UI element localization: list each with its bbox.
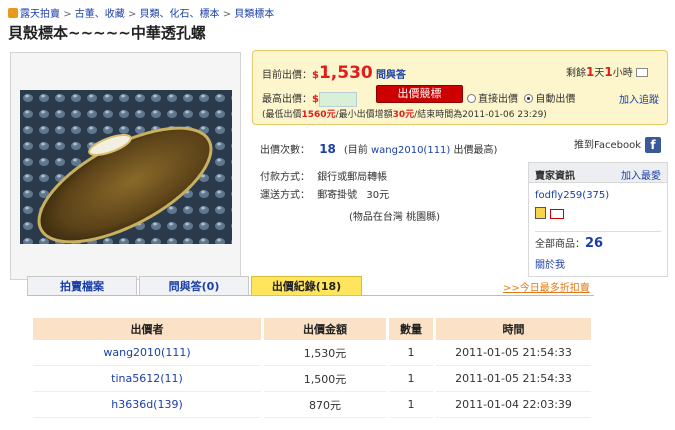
breadcrumb-separator: >	[127, 9, 137, 20]
current-price: 1,530	[318, 63, 373, 83]
bid-leader-link[interactable]: wang2010(111)	[371, 145, 450, 156]
shipping-label: 運送方式：	[260, 190, 310, 201]
seller-all-items: 全部商品：26	[535, 235, 603, 251]
bid-time: 2011-01-05 21:54:33	[436, 340, 591, 366]
currency-symbol: $	[312, 94, 319, 105]
direct-bid-label: 直接出價	[478, 94, 518, 105]
shipping-row: 運送方式： 郵寄掛號 30元	[260, 186, 389, 201]
tab-bar: 拍賣檔案 問與答(0) 出價紀錄(18)	[27, 276, 362, 296]
breadcrumb-separator: >	[63, 9, 72, 20]
seller-header-title: 賣家資訊	[535, 171, 575, 182]
about-me-link[interactable]: 關於我	[535, 256, 565, 271]
tab-bid-history[interactable]: 出價紀錄(18)	[251, 276, 362, 296]
auto-bid-radio[interactable]	[524, 94, 534, 103]
bid-count[interactable]: 18	[319, 142, 336, 156]
seller-header: 賣家資訊 加入最愛	[529, 163, 667, 183]
note-text: (最低出價	[262, 110, 302, 120]
max-bid-input[interactable]	[318, 91, 357, 107]
breadcrumb-item[interactable]: 貝類、化石、標本	[140, 9, 220, 20]
column-header-quantity: 數量	[389, 318, 433, 340]
bid-history-table: 出價者 出價金額 數量 時間 wang2010(111) 1,530元 1 20…	[30, 318, 594, 418]
page-title: 貝殼標本~~~~~中華透孔螺	[8, 24, 206, 42]
table-row: tina5612(11) 1,500元 1 2011-01-05 21:54:3…	[33, 366, 591, 392]
home-icon	[8, 8, 18, 18]
payment-row: 付款方式： 銀行或郵局轉帳	[260, 168, 387, 183]
bid-count-label: 出價次數：	[260, 145, 310, 156]
bid-leader-suffix: 出價最高)	[453, 145, 498, 156]
watch-link[interactable]: 加入追蹤	[619, 91, 659, 106]
bid-quantity: 1	[389, 392, 433, 418]
current-price-label: 目前出價：	[262, 70, 312, 81]
table-row: h3636d(139) 870元 1 2011-01-04 22:03:39	[33, 392, 591, 418]
tab-auction-file[interactable]: 拍賣檔案	[27, 276, 137, 296]
tab-qa[interactable]: 問與答(0)	[139, 276, 249, 296]
bid-button[interactable]: 出價競標	[376, 85, 463, 103]
bidder-link[interactable]: h3636d(139)	[111, 398, 183, 411]
breadcrumb-item[interactable]: 貝類標本	[234, 9, 274, 20]
bid-quantity: 1	[389, 340, 433, 366]
bid-amount: 870元	[264, 392, 386, 418]
auto-bid-label: 自動出價	[535, 94, 576, 105]
mail-icon[interactable]	[635, 68, 648, 77]
bid-mode: 直接出價 自動出價	[467, 90, 575, 105]
seller-name-link[interactable]: fodfly259(375)	[535, 190, 609, 201]
breadcrumb-separator: >	[222, 9, 232, 20]
bid-amount: 1,500元	[264, 366, 386, 392]
bid-note: (最低出價1560元/最小出價增額30元/結束時間為2011-01-06 23:…	[262, 107, 547, 120]
page: 露天拍賣 > 古董、收藏 > 貝類、化石、標本 > 貝類標本 貝殼標本~~~~~…	[0, 0, 675, 430]
seller-mail-icon[interactable]	[550, 209, 564, 219]
direct-bid-radio[interactable]	[467, 94, 476, 103]
note-increment: 30元	[392, 110, 415, 120]
bidder-link[interactable]: tina5612(11)	[111, 372, 183, 385]
max-bid-row: 最高出價：$	[262, 90, 357, 107]
hours-value: 1	[604, 65, 613, 79]
column-header-bidder: 出價者	[33, 318, 261, 340]
time-left: 剩餘1天1小時	[566, 64, 648, 79]
breadcrumb-item[interactable]: 古董、收藏	[75, 9, 125, 20]
column-header-time: 時間	[436, 318, 591, 340]
max-bid-label: 最高出價：	[262, 94, 312, 105]
bid-leader-prefix: (目前	[343, 145, 368, 156]
bid-time: 2011-01-04 22:03:39	[436, 392, 591, 418]
all-items-count[interactable]: 26	[585, 236, 603, 251]
table-row: wang2010(111) 1,530元 1 2011-01-05 21:54:…	[33, 340, 591, 366]
hours-unit: 小時	[612, 68, 633, 79]
all-items-label: 全部商品：	[535, 239, 585, 250]
qa-link[interactable]: 問與答	[376, 70, 406, 81]
note-min-bid: 1560元	[301, 110, 336, 120]
column-header-amount: 出價金額	[264, 318, 386, 340]
add-favorite-link[interactable]: 加入最愛	[621, 167, 661, 182]
shipping-method: 郵寄掛號	[317, 190, 358, 201]
today-discount-link[interactable]: >>今日最多折扣賣	[503, 279, 590, 294]
shipping-fee: 30元	[366, 190, 390, 201]
facebook-icon: f	[645, 137, 661, 153]
bid-count-row: 出價次數： 18 (目前 wang2010(111) 出價最高)	[260, 141, 497, 156]
bid-quantity: 1	[389, 366, 433, 392]
days-unit: 天	[594, 68, 605, 79]
currency-symbol: $	[312, 70, 319, 81]
time-left-label: 剩餘	[566, 68, 586, 79]
seller-panel: 賣家資訊 加入最愛 fodfly259(375) 全部商品：26 關於我	[528, 162, 668, 277]
tab-divider	[27, 295, 594, 296]
bid-amount: 1,530元	[264, 340, 386, 366]
bidder-link[interactable]: wang2010(111)	[103, 346, 190, 359]
breadcrumb: 露天拍賣 > 古董、收藏 > 貝類、化石、標本 > 貝類標本	[8, 5, 274, 20]
bid-panel: 目前出價：$1,530 問與答 剩餘1天1小時 最高出價：$ 出價競標 直接出價…	[252, 50, 668, 125]
note-end-time: /結束時間為2011-01-06 23:29)	[414, 110, 547, 120]
product-photo[interactable]	[20, 90, 232, 244]
facebook-label: 推到Facebook	[574, 140, 641, 151]
current-price-row: 目前出價：$1,530 問與答	[262, 63, 406, 83]
note-text: /最小出價增額	[335, 110, 393, 120]
payment-label: 付款方式：	[260, 172, 310, 183]
facebook-share[interactable]: 推到Facebook f	[574, 136, 661, 153]
breadcrumb-item[interactable]: 露天拍賣	[20, 9, 60, 20]
payment-value: 銀行或郵局轉帳	[317, 172, 388, 183]
item-location: (物品在台灣 桃園縣)	[349, 212, 440, 223]
bid-time: 2011-01-05 21:54:33	[436, 366, 591, 392]
seller-badge-icon	[535, 207, 546, 219]
